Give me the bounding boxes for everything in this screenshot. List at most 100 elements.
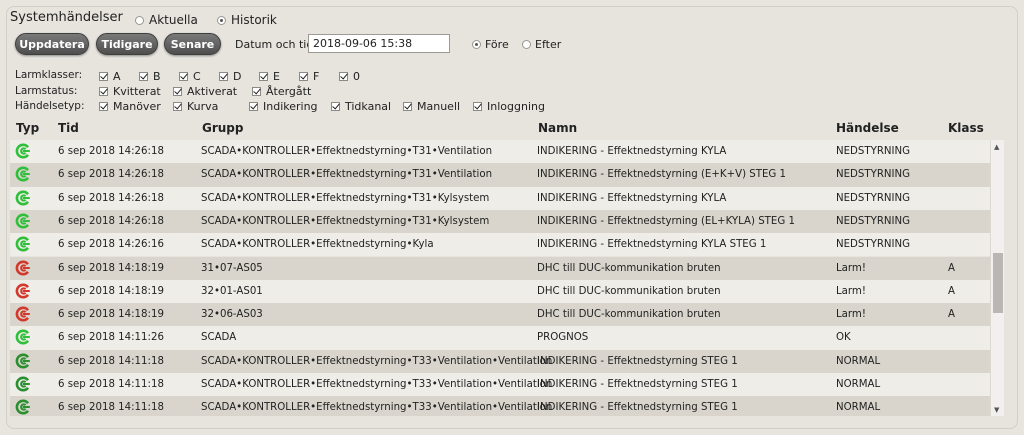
checkbox-icon[interactable] — [331, 102, 340, 111]
after-label: Efter — [535, 38, 562, 51]
checkbox-icon[interactable] — [99, 72, 108, 81]
table-row[interactable]: 6 sep 2018 14:18:19 31•07-AS05 DHC till DU… — [10, 256, 990, 280]
table-scrollbar[interactable]: ▲ ▼ — [990, 140, 1004, 416]
status-checkbox-0[interactable]: Kvitterat — [99, 85, 161, 98]
events-table: 6 sep 2018 14:26:18 SCADA•KONTROLLER•Effe… — [10, 140, 990, 416]
alarm-type-icon — [15, 260, 30, 275]
klass-checkbox-0[interactable]: A — [99, 70, 121, 83]
radio-history-icon[interactable] — [217, 15, 226, 25]
checkbox-icon[interactable] — [473, 102, 482, 111]
col-header-grupp[interactable]: Grupp — [202, 121, 244, 135]
checkbox-icon[interactable] — [173, 87, 182, 96]
after-radio[interactable]: Efter — [522, 38, 561, 51]
update-button[interactable]: Uppdatera — [15, 33, 89, 55]
later-button[interactable]: Senare — [164, 33, 221, 55]
checkbox-label: Kurva — [187, 100, 219, 113]
table-row[interactable]: 6 sep 2018 14:11:18 SCADA•KONTROLLER•Effe… — [10, 349, 990, 373]
checkbox-icon[interactable] — [252, 87, 261, 96]
col-header-klass[interactable]: Klass — [948, 121, 984, 135]
status-checkbox-1[interactable]: Aktiverat — [173, 85, 237, 98]
checkbox-icon[interactable] — [403, 102, 412, 111]
table-row[interactable]: 6 sep 2018 14:26:16 SCADA•KONTROLLER•Effe… — [10, 233, 990, 257]
cell-grupp: SCADA•KONTROLLER•Effektnedstyrning•T33•V… — [201, 355, 553, 367]
mode-radio-history[interactable]: Historik — [217, 13, 277, 27]
cell-klass: A — [948, 262, 955, 274]
checkbox-icon[interactable] — [99, 102, 108, 111]
cell-namn: DHC till DUC-kommunikation bruten — [537, 285, 721, 297]
cell-namn: INDIKERING - Effektnedstyrning (E+K+V) S… — [537, 169, 787, 181]
checkbox-icon[interactable] — [259, 72, 268, 81]
before-radio[interactable]: Före — [472, 38, 509, 51]
cell-namn: INDIKERING - Effektnedstyrning KYLA — [537, 146, 727, 157]
col-header-tid[interactable]: Tid — [58, 121, 79, 135]
radio-current-icon[interactable] — [135, 15, 144, 25]
cell-namn: PROGNOS — [537, 332, 589, 344]
cell-grupp: SCADA•KONTROLLER•Effektnedstyrning•Kyla — [201, 239, 434, 251]
col-header-namn[interactable]: Namn — [538, 121, 577, 135]
typ-checkbox-0[interactable]: Manöver — [99, 100, 161, 113]
checkbox-icon[interactable] — [173, 102, 182, 111]
datetime-label: Datum och tid — [235, 38, 314, 51]
table-row[interactable]: 6 sep 2018 14:26:18 SCADA•KONTROLLER•Effe… — [10, 163, 990, 187]
mode-history-label: Historik — [231, 13, 277, 27]
typ-checkbox-5[interactable]: Inloggning — [473, 100, 545, 113]
scroll-down-icon[interactable]: ▼ — [994, 406, 999, 414]
checkbox-label: Tidkanal — [345, 100, 392, 113]
table-row[interactable]: 6 sep 2018 14:26:18 SCADA•KONTROLLER•Effe… — [10, 140, 990, 164]
scroll-up-icon[interactable]: ▲ — [994, 143, 999, 151]
cell-grupp: 31•07-AS05 — [201, 262, 263, 274]
cell-handelse: NEDSTYRNING — [836, 146, 911, 157]
page-title: Systemhändelser — [10, 10, 123, 25]
col-header-typ[interactable]: Typ — [16, 121, 39, 135]
before-label: Före — [485, 38, 509, 51]
table-row[interactable]: 6 sep 2018 14:11:18 SCADA•KONTROLLER•Effe… — [10, 396, 990, 416]
handelsetyp-label: Händelsetyp: — [15, 100, 85, 112]
scrollbar-thumb[interactable] — [993, 253, 1003, 313]
event-type-icon — [15, 213, 30, 229]
klass-checkbox-2[interactable]: C — [179, 70, 201, 83]
typ-checkbox-4[interactable]: Manuell — [403, 100, 460, 113]
event-type-icon — [15, 143, 30, 159]
status-checkbox-2[interactable]: Återgått — [252, 85, 311, 98]
cell-klass: A — [948, 309, 955, 321]
col-header-handelse[interactable]: Händelse — [836, 121, 899, 135]
table-row[interactable]: 6 sep 2018 14:11:18 SCADA•KONTROLLER•Effe… — [10, 373, 990, 397]
checkbox-icon[interactable] — [339, 72, 348, 81]
cell-tid: 6 sep 2018 14:26:18 — [58, 215, 164, 227]
checkbox-icon[interactable] — [99, 87, 108, 96]
radio-before-icon[interactable] — [472, 40, 481, 49]
event-type-icon — [15, 329, 30, 345]
typ-checkbox-2[interactable]: Indikering — [249, 100, 318, 113]
klass-checkbox-3[interactable]: D — [219, 70, 241, 83]
checkbox-icon[interactable] — [299, 72, 308, 81]
cell-handelse: Larm! — [836, 309, 866, 321]
event-type-icon — [15, 236, 30, 252]
klass-checkbox-6[interactable]: 0 — [339, 70, 360, 83]
cell-namn: DHC till DUC-kommunikation bruten — [537, 262, 721, 274]
cell-grupp: 32•06-AS03 — [201, 309, 263, 321]
klass-checkbox-4[interactable]: E — [259, 70, 280, 83]
table-row[interactable]: 6 sep 2018 14:11:26 SCADA PROGNOS OK — [10, 326, 990, 350]
typ-checkbox-3[interactable]: Tidkanal — [331, 100, 391, 113]
radio-after-icon[interactable] — [522, 40, 531, 49]
table-row[interactable]: 6 sep 2018 14:26:18 SCADA•KONTROLLER•Effe… — [10, 209, 990, 234]
cell-tid: 6 sep 2018 14:11:18 — [58, 402, 164, 414]
checkbox-icon[interactable] — [179, 72, 188, 81]
klass-checkbox-1[interactable]: B — [139, 70, 161, 83]
earlier-button[interactable]: Tidigare — [96, 33, 158, 55]
checkbox-icon[interactable] — [139, 72, 148, 81]
table-row[interactable]: 6 sep 2018 14:18:19 32•01-AS01 DHC till DU… — [10, 279, 990, 304]
cell-namn: INDIKERING - Effektnedstyrning STEG 1 — [537, 355, 738, 367]
cell-handelse: NORMAL — [836, 355, 881, 367]
mode-radio-current[interactable]: Aktuella — [135, 13, 198, 27]
larmstatus-label: Larmstatus: — [15, 85, 78, 97]
checkbox-icon[interactable] — [249, 102, 258, 111]
table-row[interactable]: 6 sep 2018 14:18:19 32•06-AS03 DHC till DU… — [10, 303, 990, 327]
typ-checkbox-1[interactable]: Kurva — [173, 100, 218, 113]
checkbox-icon[interactable] — [219, 72, 228, 81]
checkbox-label: C — [193, 70, 201, 83]
table-row[interactable]: 6 sep 2018 14:26:18 SCADA•KONTROLLER•Effe… — [10, 186, 990, 210]
cell-grupp: SCADA•KONTROLLER•Effektnedstyrning•T31•V… — [201, 146, 493, 157]
klass-checkbox-5[interactable]: F — [299, 70, 319, 83]
datetime-input[interactable] — [308, 34, 450, 53]
